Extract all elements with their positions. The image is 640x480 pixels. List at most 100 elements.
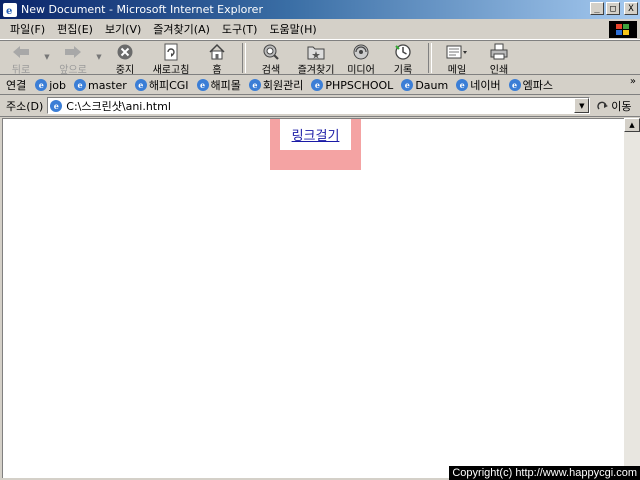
links-item-label: 네이버 <box>470 79 501 92</box>
copyright-notice: Copyright(c) http://www.happycgi.com <box>449 466 640 480</box>
close-button[interactable]: X <box>624 2 638 15</box>
go-button[interactable]: 이동 <box>597 98 632 114</box>
ie-page-icon: e <box>456 79 469 91</box>
mail-label: 메일 <box>447 65 467 76</box>
favorites-label: 즐겨찾기 <box>297 65 335 76</box>
back-dropdown-icon[interactable]: ▼ <box>42 43 52 61</box>
links-item-label: 해피CGI <box>148 79 189 92</box>
toolbar-separator <box>242 43 246 73</box>
mail-button[interactable]: 메일 <box>436 43 478 76</box>
menu-bar: 파일(F) 편집(E) 보기(V) 즐겨찾기(A) 도구(T) 도움말(H) <box>0 19 640 40</box>
links-item-label: 해피몰 <box>210 79 241 92</box>
print-label: 인쇄 <box>489 65 509 76</box>
links-item-naver[interactable]: e 네이버 <box>452 77 504 93</box>
forward-arrow-icon <box>64 43 82 61</box>
windows-logo-icon <box>609 21 637 38</box>
address-dropdown-button[interactable]: ▼ <box>574 98 590 113</box>
ie-page-icon: e <box>248 79 261 91</box>
links-item-label: PHPSCHOOL <box>325 78 394 92</box>
search-label: 검색 <box>261 65 281 76</box>
links-item-phpschool[interactable]: e PHPSCHOOL <box>307 79 397 92</box>
address-label: 주소(D) <box>6 99 44 113</box>
home-button[interactable]: 홈 <box>196 43 238 76</box>
back-button[interactable]: 뒤로 <box>0 43 42 76</box>
minimize-button[interactable]: _ <box>590 2 604 15</box>
links-item-daum[interactable]: e Daum <box>397 79 452 92</box>
address-input[interactable] <box>64 99 569 112</box>
links-item-label: job <box>49 78 67 92</box>
refresh-button[interactable]: 새로고침 <box>146 43 196 76</box>
svg-text:e: e <box>6 6 12 15</box>
window-title: New Document - Microsoft Internet Explor… <box>21 3 263 16</box>
refresh-label: 새로고침 <box>152 65 190 76</box>
window-controls: _ □ X <box>590 2 638 15</box>
links-bar: 연결 e job e master e 해피CGI e 해피몰 e 회원관리 e… <box>0 76 640 95</box>
toolbar-separator <box>428 43 432 73</box>
menu-tools[interactable]: 도구(T) <box>216 21 264 37</box>
media-label: 미디어 <box>347 65 375 76</box>
back-arrow-icon <box>12 43 30 61</box>
links-item-happycgi[interactable]: e 해피CGI <box>131 77 193 93</box>
menu-view[interactable]: 보기(V) <box>99 21 147 37</box>
link-box-inner: 링크걸기 <box>280 119 351 150</box>
history-icon <box>394 43 412 61</box>
ie-page-icon: e <box>50 99 63 112</box>
stop-button[interactable]: 중지 <box>104 43 146 76</box>
links-item-label: 회원관리 <box>262 79 304 92</box>
media-button[interactable]: 미디어 <box>340 43 382 76</box>
maximize-button[interactable]: □ <box>606 2 620 15</box>
favorites-button[interactable]: 즐겨찾기 <box>292 43 340 76</box>
links-item-label: master <box>88 78 127 92</box>
home-icon <box>208 43 226 61</box>
links-item-empas[interactable]: e 엠파스 <box>505 77 557 93</box>
standard-toolbar: 뒤로 ▼ 앞으로 ▼ 중지 새로고침 홈 검색 즐겨찾기 미디어 기록 메일 인… <box>0 40 640 76</box>
links-item-label: 엠파스 <box>522 79 553 92</box>
ie-page-icon: e <box>401 79 414 91</box>
back-label: 뒤로 <box>11 65 31 76</box>
stop-icon <box>116 43 134 61</box>
vertical-scrollbar[interactable]: ▲ <box>624 118 640 478</box>
menu-edit[interactable]: 편집(E) <box>51 21 99 37</box>
home-label: 홈 <box>212 65 222 76</box>
menu-favorites[interactable]: 즐겨찾기(A) <box>147 21 216 37</box>
links-label: 연결 <box>6 79 27 92</box>
scroll-up-button[interactable]: ▲ <box>624 118 640 132</box>
ie-document-icon: e <box>3 2 17 17</box>
page-content: 링크걸기 <box>2 118 624 478</box>
history-label: 기록 <box>393 65 413 76</box>
ie-page-icon: e <box>134 79 147 91</box>
search-button[interactable]: 검색 <box>250 43 292 76</box>
menu-file[interactable]: 파일(F) <box>0 21 51 37</box>
print-button[interactable]: 인쇄 <box>478 43 520 76</box>
forward-label: 앞으로 <box>59 65 87 76</box>
links-item-label: Daum <box>415 78 449 92</box>
title-bar: e New Document - Microsoft Internet Expl… <box>0 0 640 19</box>
ie-page-icon: e <box>35 79 48 91</box>
ie-page-icon: e <box>311 79 324 91</box>
mail-icon <box>446 43 468 61</box>
stop-label: 중지 <box>115 65 135 76</box>
links-item-job[interactable]: e job <box>31 79 70 92</box>
forward-button[interactable]: 앞으로 <box>52 43 94 76</box>
favorites-folder-icon <box>307 43 325 61</box>
printer-icon <box>490 43 508 61</box>
link-highlight-box: 링크걸기 <box>270 119 361 170</box>
links-item-master[interactable]: e master <box>70 79 131 92</box>
ie-page-icon: e <box>196 79 209 91</box>
media-icon <box>352 43 370 61</box>
go-arrow-icon <box>597 100 609 112</box>
history-button[interactable]: 기록 <box>382 43 424 76</box>
go-label: 이동 <box>611 99 632 113</box>
links-more-icon[interactable]: » <box>630 76 636 87</box>
ie-page-icon: e <box>74 79 87 91</box>
address-bar: 주소(D) e ▼ 이동 <box>0 95 640 117</box>
links-item-happymall[interactable]: e 해피몰 <box>193 77 245 93</box>
menu-help[interactable]: 도움말(H) <box>263 21 322 37</box>
address-field: e ▼ <box>47 97 591 114</box>
ie-page-icon: e <box>508 79 521 91</box>
refresh-icon <box>163 43 179 61</box>
links-item-member[interactable]: e 회원관리 <box>245 77 307 93</box>
forward-dropdown-icon[interactable]: ▼ <box>94 43 104 61</box>
search-globe-icon <box>262 43 280 61</box>
link-anchor[interactable]: 링크걸기 <box>292 125 340 144</box>
